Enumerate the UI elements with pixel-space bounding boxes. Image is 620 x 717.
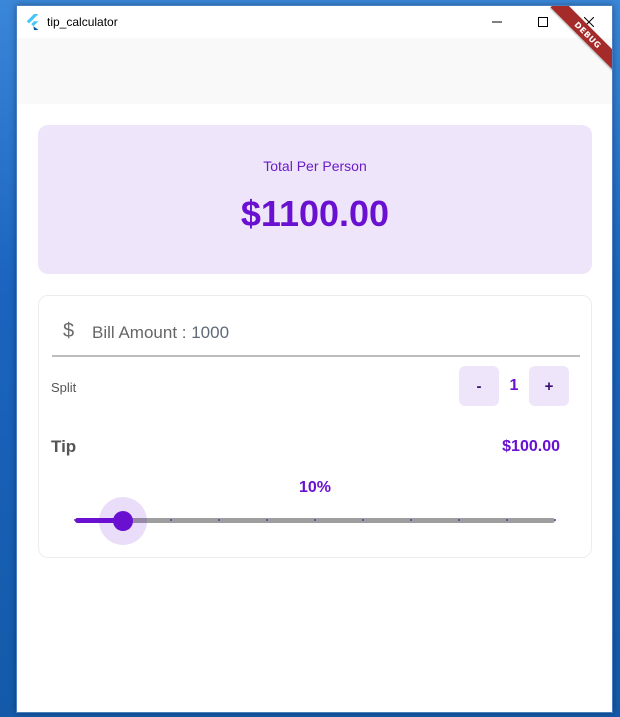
title-bar: tip_calculator (17, 6, 612, 38)
slider-tick (314, 519, 316, 521)
bill-amount-value[interactable]: 1000 (191, 323, 229, 342)
slider-tick (554, 519, 556, 521)
tip-label: Tip (51, 437, 77, 456)
input-card: $ Bill Amount : 1000 Split - 1 + Tip $10… (38, 295, 592, 558)
slider-tick (362, 519, 364, 521)
slider-tick (218, 519, 220, 521)
bill-amount-label: Bill Amount : 1000 (92, 323, 229, 343)
tip-amount: $100.00 (502, 438, 560, 455)
tip-slider[interactable] (74, 497, 556, 545)
bill-amount-field[interactable]: $ Bill Amount : 1000 (52, 296, 580, 357)
split-increment-button[interactable]: + (529, 366, 569, 406)
slider-tick (74, 519, 76, 521)
slider-thumb[interactable] (113, 511, 133, 531)
total-value: $1100.00 (240, 193, 390, 234)
total-label: Total Per Person (263, 158, 367, 174)
app-window: tip_calculator DEBUG Total Per Person $1… (16, 5, 613, 713)
slider-tick (458, 519, 460, 521)
maximize-icon (538, 17, 548, 27)
window-title: tip_calculator (47, 15, 118, 29)
bill-amount-label-text: Bill Amount : (92, 323, 192, 342)
minimize-button[interactable] (474, 6, 520, 38)
slider-tick (266, 519, 268, 521)
main-content: Total Per Person $1100.00 $ Bill Amount … (17, 104, 612, 712)
total-per-person-card: Total Per Person $1100.00 (38, 125, 592, 274)
split-decrement-button[interactable]: - (459, 366, 499, 406)
app-bar (17, 38, 612, 104)
slider-tick (410, 519, 412, 521)
flutter-logo-icon (26, 14, 39, 30)
dollar-icon: $ (63, 320, 75, 342)
slider-tick (170, 519, 172, 521)
split-count: 1 (509, 377, 519, 394)
minimize-icon (492, 21, 502, 23)
tip-percent: 10% (298, 479, 332, 496)
split-label: Split (51, 380, 77, 395)
slider-tick (506, 519, 508, 521)
